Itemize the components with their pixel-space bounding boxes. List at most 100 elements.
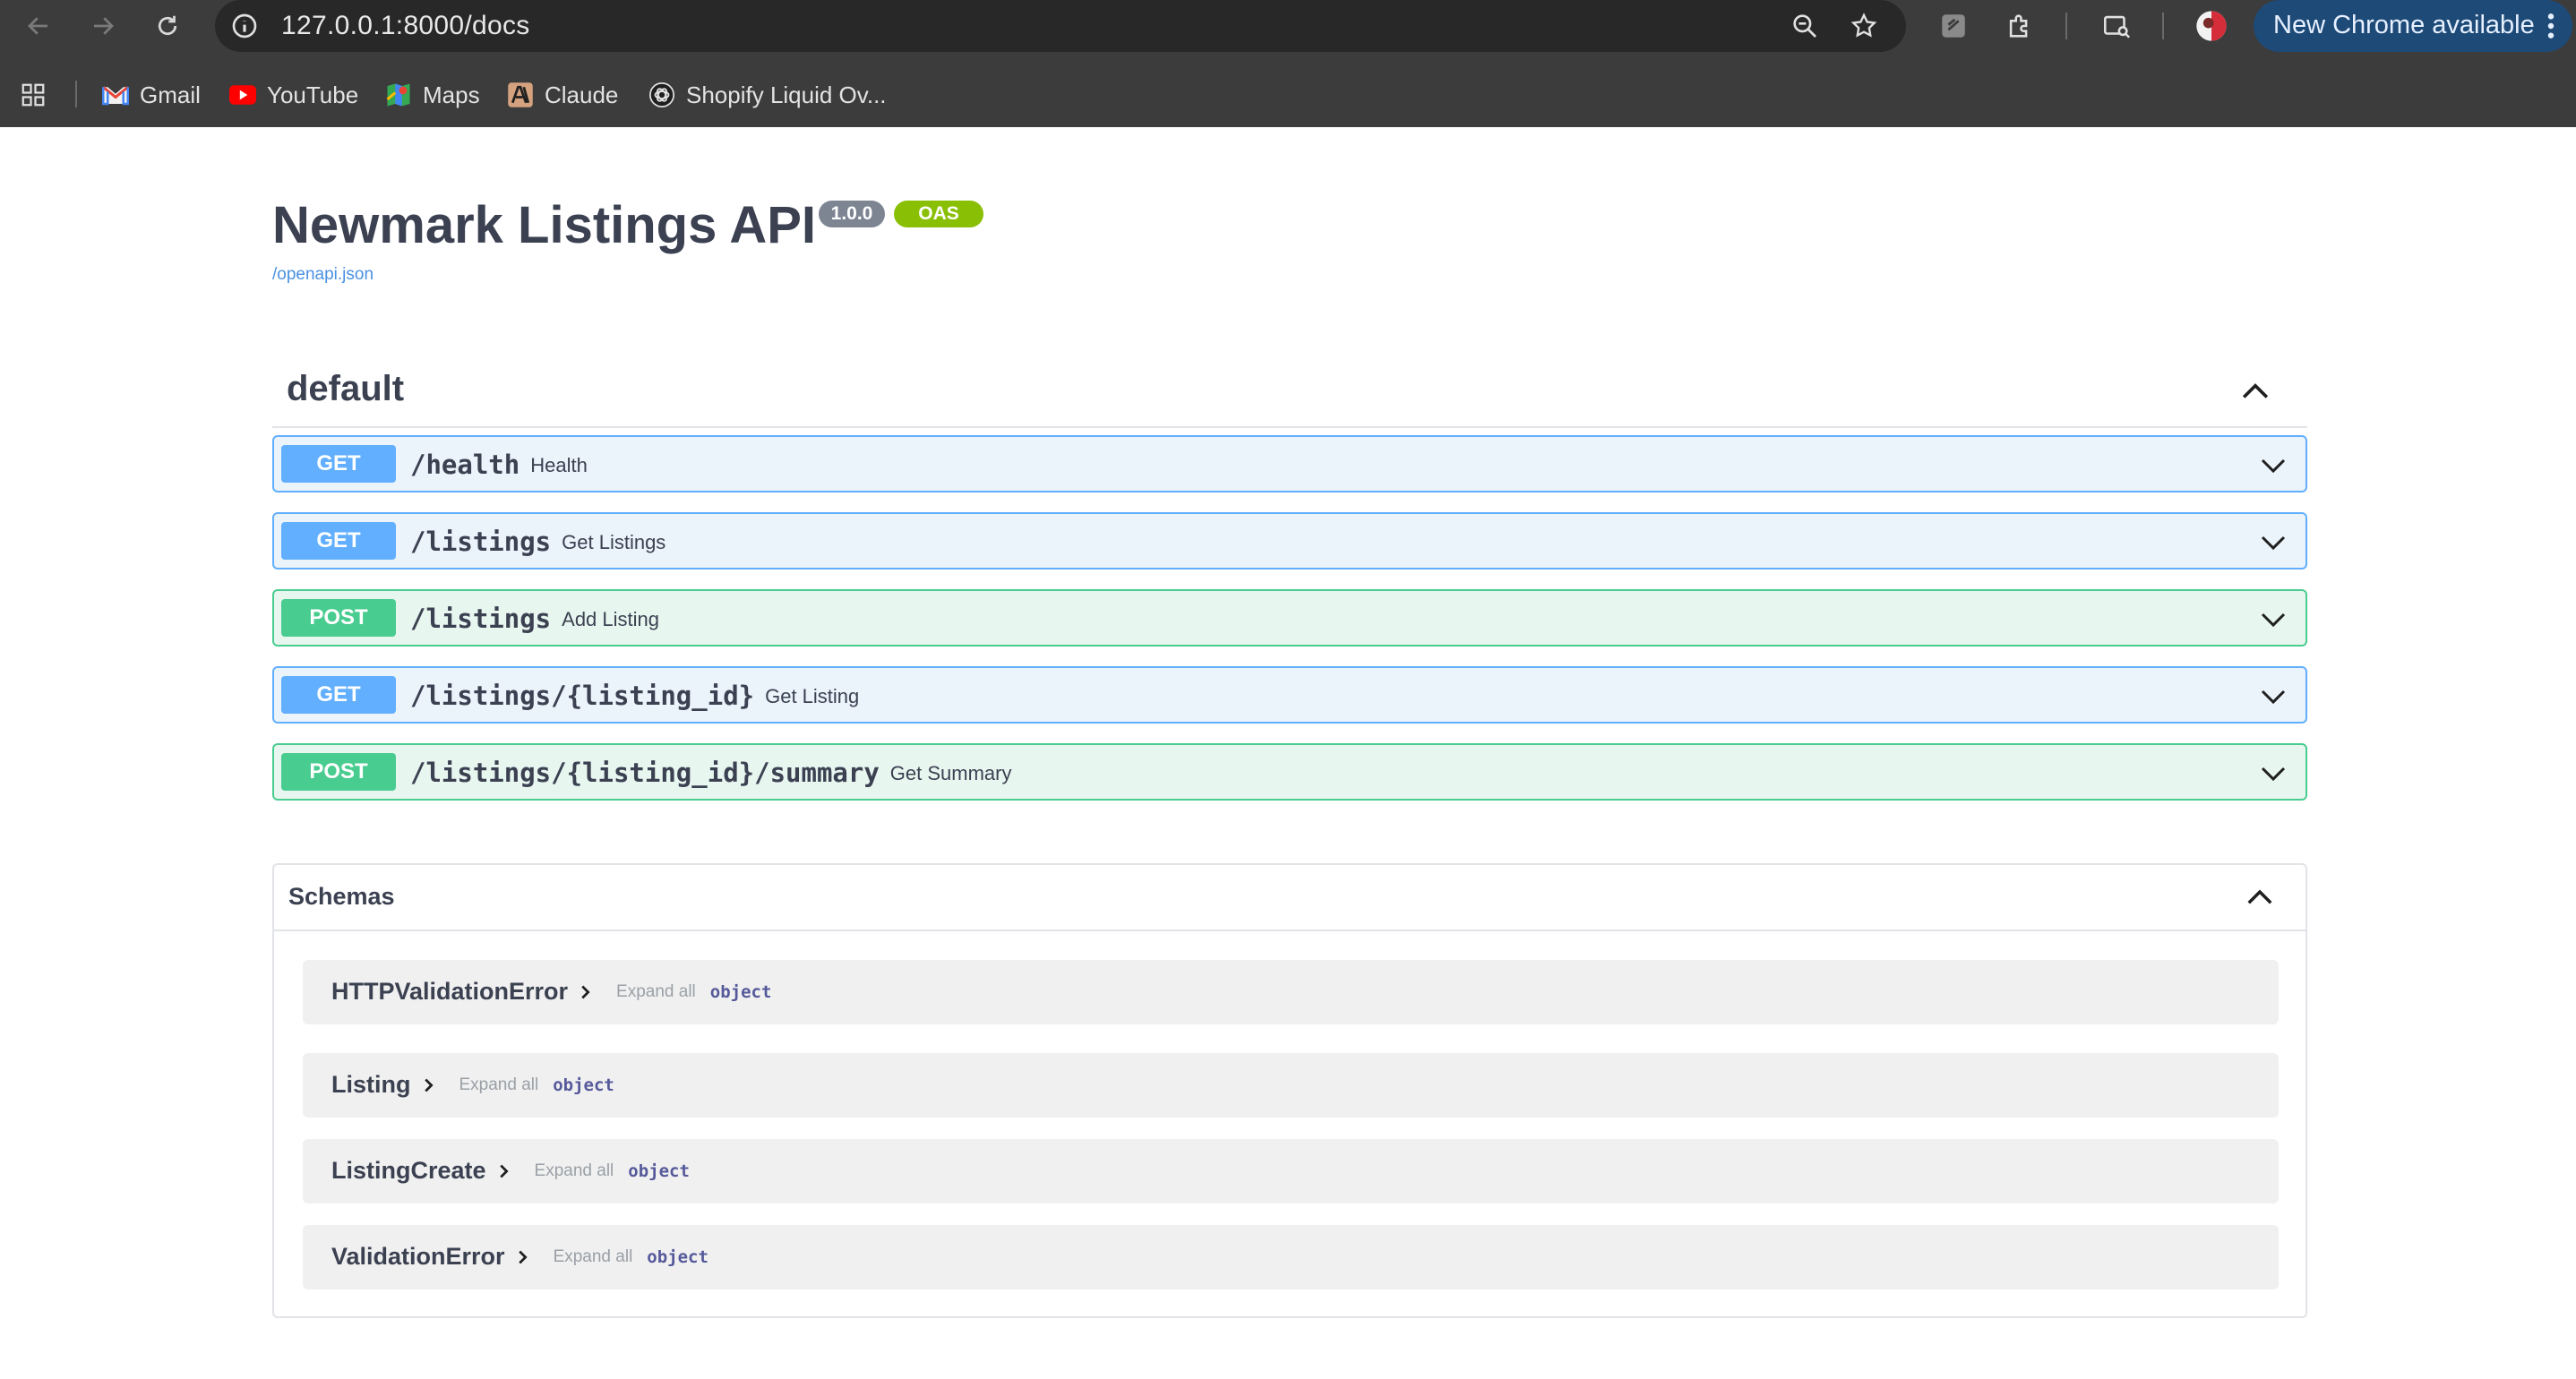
- operation-get-listing[interactable]: GET /listings/{listing_id} Get Listing: [272, 666, 2307, 724]
- schema-row: ListingCreate Expand all object: [331, 1157, 690, 1185]
- schema-name[interactable]: HTTPValidationError: [331, 978, 568, 1006]
- bookmark-label: Maps: [423, 81, 480, 108]
- bookmark-label: Claude: [545, 81, 619, 108]
- tag-divider: [272, 426, 2307, 428]
- chevron-right-icon[interactable]: [494, 1161, 513, 1181]
- openai-icon: [648, 81, 675, 108]
- operation-summary: Get Summary: [889, 762, 1012, 784]
- reload-icon: [158, 15, 177, 36]
- youtube-icon: [229, 81, 256, 108]
- browser-chrome: 127.0.0.1:8000/docs New Chrome available: [0, 0, 2576, 127]
- schema-row: ValidationError Expand all object: [331, 1243, 708, 1271]
- operation-post-listings[interactable]: POST /listings Add Listing: [272, 589, 2307, 647]
- bookmarks-separator: [75, 81, 77, 107]
- forward-button[interactable]: [82, 5, 124, 47]
- chevron-up-icon[interactable]: [2241, 879, 2279, 917]
- toolbar-separator: [2162, 13, 2164, 39]
- schema-name[interactable]: ValidationError: [331, 1243, 505, 1271]
- chevron-down-icon[interactable]: [2257, 604, 2289, 636]
- schema-name[interactable]: ListingCreate: [331, 1157, 486, 1185]
- back-button[interactable]: [18, 5, 59, 47]
- bookmark-youtube[interactable]: YouTube: [229, 79, 358, 111]
- url-text[interactable]: 127.0.0.1:8000/docs: [281, 11, 530, 41]
- maps-icon: [385, 81, 412, 108]
- tab-search-icon[interactable]: [2096, 5, 2137, 47]
- bookmark-maps[interactable]: Maps: [385, 79, 480, 111]
- method-badge: POST: [281, 753, 396, 791]
- schemas-title: Schemas: [288, 883, 395, 910]
- operation-path: /listings/{listing_id} Get Listing: [410, 681, 860, 711]
- schema-type: object: [553, 1075, 614, 1095]
- site-info-icon[interactable]: [226, 7, 263, 45]
- forward-arrow-icon: [94, 17, 114, 35]
- schema-httpvalidationerror[interactable]: HTTPValidationError Expand all object: [303, 960, 2279, 1024]
- back-arrow-icon: [28, 17, 47, 35]
- claude-icon: [507, 81, 534, 108]
- apps-grid-icon[interactable]: [20, 79, 47, 111]
- address-bar-row: 127.0.0.1:8000/docs New Chrome available: [0, 0, 2576, 52]
- method-badge: GET: [281, 522, 396, 560]
- operation-summary: Health: [530, 454, 588, 476]
- expand-all-link[interactable]: Expand all: [535, 1161, 614, 1181]
- method-badge: GET: [281, 445, 396, 483]
- chevron-right-icon[interactable]: [418, 1075, 438, 1095]
- operation-path: /listings/{listing_id}/summary Get Summar…: [410, 758, 1012, 788]
- schema-listingcreate[interactable]: ListingCreate Expand all object: [303, 1139, 2279, 1203]
- chevron-down-icon[interactable]: [2257, 681, 2289, 713]
- schema-listing[interactable]: Listing Expand all object: [303, 1053, 2279, 1118]
- bookmark-claude[interactable]: Claude: [507, 79, 618, 111]
- bookmark-gmail[interactable]: Gmail: [102, 79, 201, 111]
- operation-get-health[interactable]: GET /health Health: [272, 435, 2307, 492]
- extensions-puzzle-icon[interactable]: [1999, 5, 2040, 47]
- zoom-icon[interactable]: [1786, 7, 1824, 45]
- openapi-json-link[interactable]: /openapi.json: [272, 265, 374, 285]
- operation-get-listings[interactable]: GET /listings Get Listings: [272, 512, 2307, 570]
- chevron-right-icon[interactable]: [512, 1247, 532, 1267]
- schema-row: Listing Expand all object: [331, 1071, 614, 1099]
- more-vert-icon[interactable]: [2546, 12, 2556, 40]
- method-badge: POST: [281, 599, 396, 637]
- bookmark-label: YouTube: [267, 81, 359, 108]
- operation-post-summary[interactable]: POST /listings/{listing_id}/summary Get S…: [272, 743, 2307, 801]
- tag-default-title[interactable]: default: [287, 369, 404, 409]
- operation-path: /listings Get Listings: [410, 527, 666, 557]
- schema-validationerror[interactable]: ValidationError Expand all object: [303, 1225, 2279, 1289]
- chevron-up-icon[interactable]: [2236, 373, 2275, 412]
- schema-type: object: [628, 1161, 690, 1181]
- operation-summary: Get Listing: [765, 685, 860, 707]
- operation-path: /health Health: [410, 450, 588, 480]
- schemas-header[interactable]: Schemas: [274, 865, 2306, 931]
- toolbar-separator: [2065, 13, 2067, 39]
- method-badge: GET: [281, 676, 396, 714]
- reload-button[interactable]: [147, 5, 188, 47]
- chevron-right-icon[interactable]: [575, 982, 595, 1002]
- operation-summary: Add Listing: [562, 608, 659, 630]
- expand-all-link[interactable]: Expand all: [554, 1247, 633, 1267]
- operation-path: /listings Add Listing: [410, 604, 659, 634]
- version-badge: 1.0.0: [819, 201, 885, 227]
- chevron-down-icon[interactable]: [2257, 758, 2289, 790]
- omnibox[interactable]: 127.0.0.1:8000/docs: [215, 0, 1906, 52]
- chrome-update-button[interactable]: New Chrome available: [2254, 0, 2572, 52]
- schema-row: HTTPValidationError Expand all object: [331, 978, 771, 1006]
- expand-all-link[interactable]: Expand all: [459, 1075, 539, 1095]
- update-label: New Chrome available: [2273, 11, 2535, 39]
- api-title: Newmark Listings API: [272, 196, 817, 254]
- oas-badge: OAS 3.1: [894, 201, 983, 251]
- chevron-down-icon[interactable]: [2257, 450, 2289, 482]
- schema-type: object: [709, 981, 772, 1002]
- bookmark-star-icon[interactable]: [1845, 7, 1883, 45]
- schema-type: object: [647, 1246, 708, 1267]
- bookmark-label: Shopify Liquid Ov...: [686, 81, 887, 108]
- expand-all-link[interactable]: Expand all: [616, 982, 696, 1002]
- schemas-section: Schemas HTTPValidationError Expand all o…: [272, 863, 2307, 1318]
- operation-summary: Get Listings: [562, 531, 666, 553]
- extension-stack-icon[interactable]: [1933, 5, 1974, 47]
- gmail-icon: [102, 81, 129, 108]
- schema-name[interactable]: Listing: [331, 1071, 411, 1099]
- profile-avatar-icon[interactable]: [2191, 5, 2232, 47]
- bookmarks-bar: Gmail YouTube Maps Claude Shopify Liquid…: [0, 70, 2576, 120]
- bookmark-label: Gmail: [140, 81, 201, 108]
- bookmark-shopify-liquid[interactable]: Shopify Liquid Ov...: [648, 79, 887, 111]
- chevron-down-icon[interactable]: [2257, 527, 2289, 559]
